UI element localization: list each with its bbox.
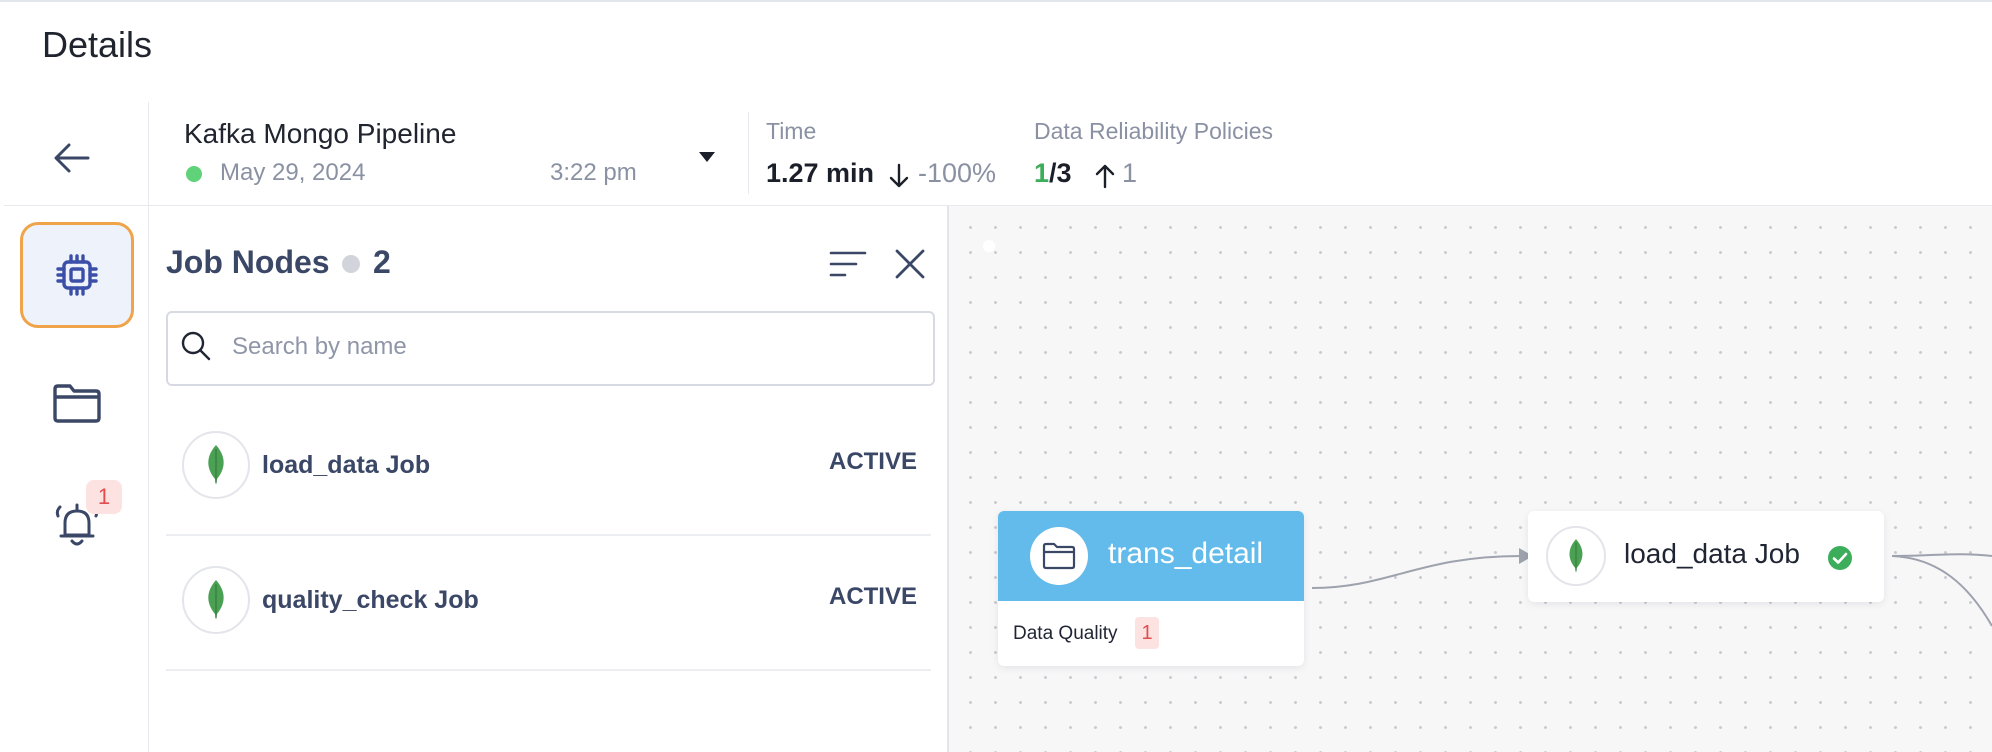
sidebar-item-job-nodes[interactable] — [20, 222, 134, 328]
metric-divider — [748, 112, 749, 194]
pipeline-time: 3:22 pm — [550, 159, 637, 186]
time-metric-delta: -100% — [918, 158, 997, 188]
sort-lines-icon — [829, 251, 867, 277]
mongodb-leaf-icon — [208, 445, 224, 485]
alerts-count-badge: 1 — [86, 480, 122, 514]
mongodb-leaf-icon — [1569, 539, 1583, 573]
search-input[interactable] — [230, 322, 914, 372]
policies-metric-delta: 1 — [1122, 158, 1138, 188]
edge-trans-to-load — [1311, 555, 1522, 589]
node-metric-badge: 1 — [1135, 617, 1159, 649]
edge-load-out — [1891, 553, 1992, 557]
folder-icon — [1042, 542, 1076, 570]
job-avatar — [182, 566, 250, 634]
caret-down-icon — [699, 152, 715, 162]
job-nodes-count: 2 — [373, 244, 391, 280]
mongodb-leaf-icon — [208, 580, 224, 620]
list-item[interactable]: load_data Job ACTIVE — [166, 400, 931, 536]
node-load-data-job[interactable]: load_data Job — [1528, 511, 1884, 602]
arrow-up-icon — [1095, 164, 1115, 189]
close-panel-button[interactable] — [892, 246, 928, 282]
sort-button[interactable] — [828, 248, 868, 280]
pipeline-status-dot — [186, 166, 202, 182]
cpu-chip-icon — [56, 254, 98, 296]
policies-metric-value: 1/3 — [1034, 158, 1072, 189]
top-divider — [0, 0, 1992, 2]
pipeline-run-dropdown[interactable] — [697, 150, 717, 164]
time-metric-value: 1.27 min — [766, 158, 875, 188]
list-item[interactable]: quality_check Job ACTIVE — [166, 535, 931, 671]
pipeline-date: May 29, 2024 — [220, 159, 366, 186]
node-metric-label: Data Quality — [1013, 623, 1118, 644]
folder-icon — [53, 384, 101, 423]
check-circle-icon — [1828, 546, 1852, 570]
job-name: load_data Job — [262, 451, 431, 479]
back-button[interactable] — [50, 136, 94, 180]
job-name: quality_check Job — [262, 586, 479, 614]
policies-passed: 1 — [1034, 158, 1050, 188]
job-status: ACTIVE — [828, 448, 917, 475]
panel-title: Job Nodes — [166, 244, 330, 280]
node-avatar — [1546, 526, 1606, 586]
policies-total: /3 — [1049, 158, 1072, 188]
node-header: trans_detail — [998, 511, 1304, 601]
search-icon — [181, 331, 211, 361]
node-title: trans_detail — [1108, 537, 1264, 570]
close-icon — [895, 249, 925, 279]
lineage-edges — [1311, 548, 1992, 627]
node-trans-detail[interactable]: trans_detail Data Quality 1 — [998, 511, 1304, 666]
page-title: Details — [42, 24, 153, 65]
job-avatar — [182, 431, 250, 499]
arrow-left-icon — [54, 143, 90, 173]
edge-load-out-branch — [1891, 555, 1992, 627]
pipeline-name: Kafka Mongo Pipeline — [184, 118, 457, 149]
sidebar-divider — [148, 102, 149, 752]
policies-metric-label: Data Reliability Policies — [1034, 118, 1274, 144]
node-icon-circle — [1030, 527, 1088, 585]
arrow-down-icon — [889, 163, 909, 188]
node-title: load_data Job — [1624, 538, 1800, 569]
time-metric-label: Time — [766, 118, 817, 144]
job-status: ACTIVE — [828, 583, 917, 610]
count-dot — [342, 255, 360, 273]
sidebar-item-folder[interactable] — [44, 375, 110, 431]
